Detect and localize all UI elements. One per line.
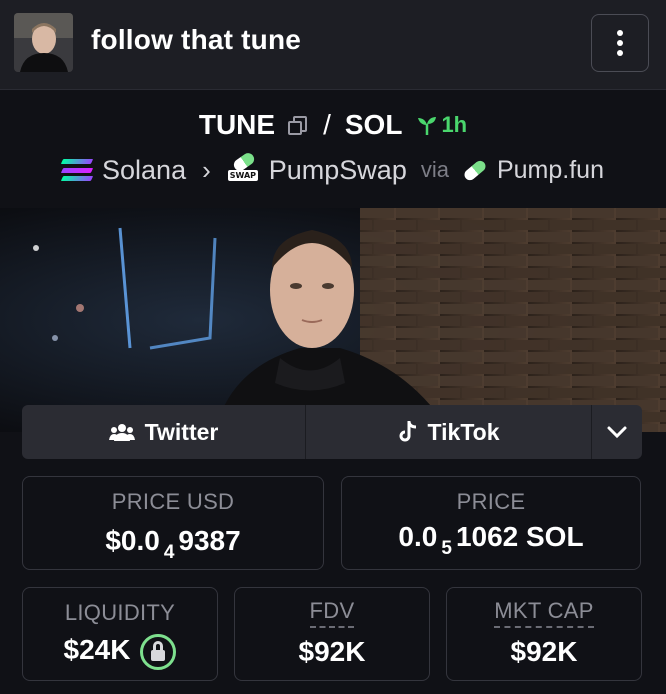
twitter-label: Twitter	[144, 418, 219, 445]
social-links-bar: Twitter TikTok	[22, 405, 642, 459]
liquidity-value: $24K	[63, 634, 131, 665]
base-token-symbol: TUNE	[198, 109, 276, 140]
chevron-right-icon: ›	[202, 154, 211, 185]
pair-separator: /	[323, 109, 331, 140]
seedling-icon	[418, 117, 437, 135]
chevron-down-icon	[607, 426, 627, 439]
price-usd-value: $0.0 4 9387	[105, 525, 241, 563]
chain-dex-breadcrumb: Solana › SWAP PumpSwap via Pump.fun	[0, 150, 666, 188]
market-cap-label[interactable]: MKT CAP	[494, 598, 594, 628]
tiktok-label: TikTok	[427, 418, 500, 445]
more-vertical-icon	[617, 30, 623, 36]
fdv-card: FDV $92K	[234, 587, 430, 681]
chain-link[interactable]: Solana	[102, 155, 186, 186]
solana-icon	[60, 159, 94, 181]
users-icon	[108, 424, 135, 441]
twitter-button[interactable]: Twitter	[22, 405, 306, 459]
more-links-button[interactable]	[592, 405, 642, 459]
price-native-value: 0.0 5 1062 SOL	[398, 521, 584, 559]
pumpfun-icon	[462, 158, 488, 183]
pumpswap-icon: SWAP	[227, 150, 259, 185]
fdv-label[interactable]: FDV	[309, 598, 355, 628]
pair-age-badge: 1h	[416, 112, 467, 138]
price-usd-label: PRICE USD	[111, 489, 235, 514]
liquidity-value-row: $24K	[23, 634, 217, 670]
price-native-label: PRICE	[456, 489, 526, 514]
token-banner-image	[0, 208, 666, 432]
tiktok-icon	[399, 421, 416, 442]
source-link[interactable]: Pump.fun	[497, 156, 604, 185]
price-native-zero-count: 5	[441, 538, 452, 559]
via-label: via	[420, 157, 449, 182]
fdv-value: $92K	[298, 636, 366, 667]
liquidity-label: LIQUIDITY	[64, 600, 176, 625]
tiktok-button[interactable]: TikTok	[306, 405, 592, 459]
price-usd-zero-count: 4	[163, 542, 175, 563]
lock-icon[interactable]	[140, 634, 177, 670]
pair-title: TUNE / SOL 1h	[0, 107, 666, 143]
price-native-card: PRICE 0.0 5 1062 SOL	[341, 476, 641, 570]
price-usd-card: PRICE USD $0.0 4 9387	[22, 476, 324, 570]
pair-age: 1h	[441, 112, 468, 137]
market-cap-value: $92K	[510, 636, 578, 667]
page-title: follow that tune	[91, 24, 302, 55]
dex-link[interactable]: PumpSwap	[269, 155, 407, 186]
quote-token-symbol: SOL	[344, 109, 403, 140]
copy-icon[interactable]	[287, 114, 309, 136]
token-avatar	[14, 13, 73, 72]
token-header: follow that tune	[0, 0, 666, 90]
market-cap-card: MKT CAP $92K	[446, 587, 642, 681]
liquidity-card: LIQUIDITY $24K	[22, 587, 218, 681]
more-menu-button[interactable]	[591, 14, 649, 72]
